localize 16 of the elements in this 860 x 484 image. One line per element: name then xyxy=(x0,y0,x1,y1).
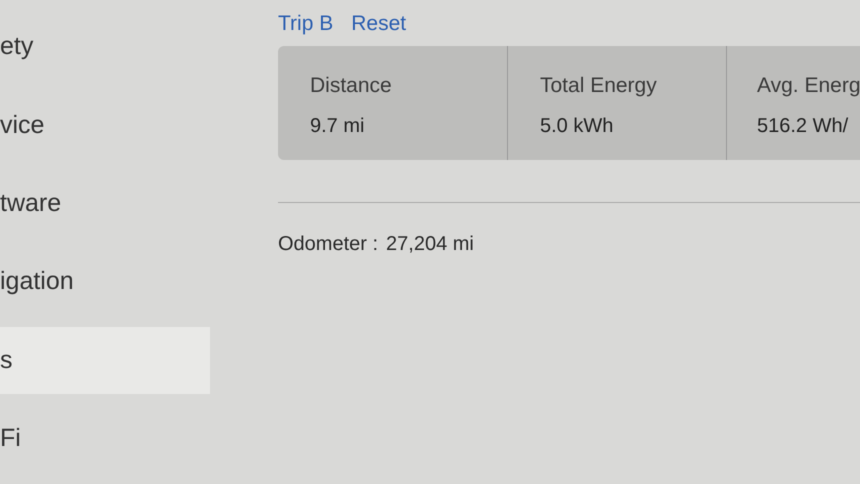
sidebar-item[interactable]: tware xyxy=(0,170,210,237)
odometer-label: Odometer : xyxy=(278,232,378,256)
sidebar-item[interactable]: igation xyxy=(0,248,210,316)
sidebar-item[interactable]: vice xyxy=(0,92,210,159)
stat-label: Distance xyxy=(310,72,393,98)
sidebar-item[interactable]: s xyxy=(0,327,210,394)
stat-label: Total Energy xyxy=(540,72,658,98)
sidebar-item[interactable]: ety xyxy=(0,14,210,80)
trip-link[interactable]: Trip B xyxy=(278,8,334,40)
stat-value: 5.0 kWh xyxy=(540,114,614,139)
stat-value: 516.2 Wh/ xyxy=(757,114,850,139)
odometer-value: 27,204 mi xyxy=(386,232,474,256)
sidebar-item[interactable]: Fi xyxy=(0,406,210,472)
stat-value: 9.7 mi xyxy=(310,114,366,139)
stat-label: Avg. Energ xyxy=(757,72,860,98)
trip-link[interactable]: Reset xyxy=(351,8,406,40)
